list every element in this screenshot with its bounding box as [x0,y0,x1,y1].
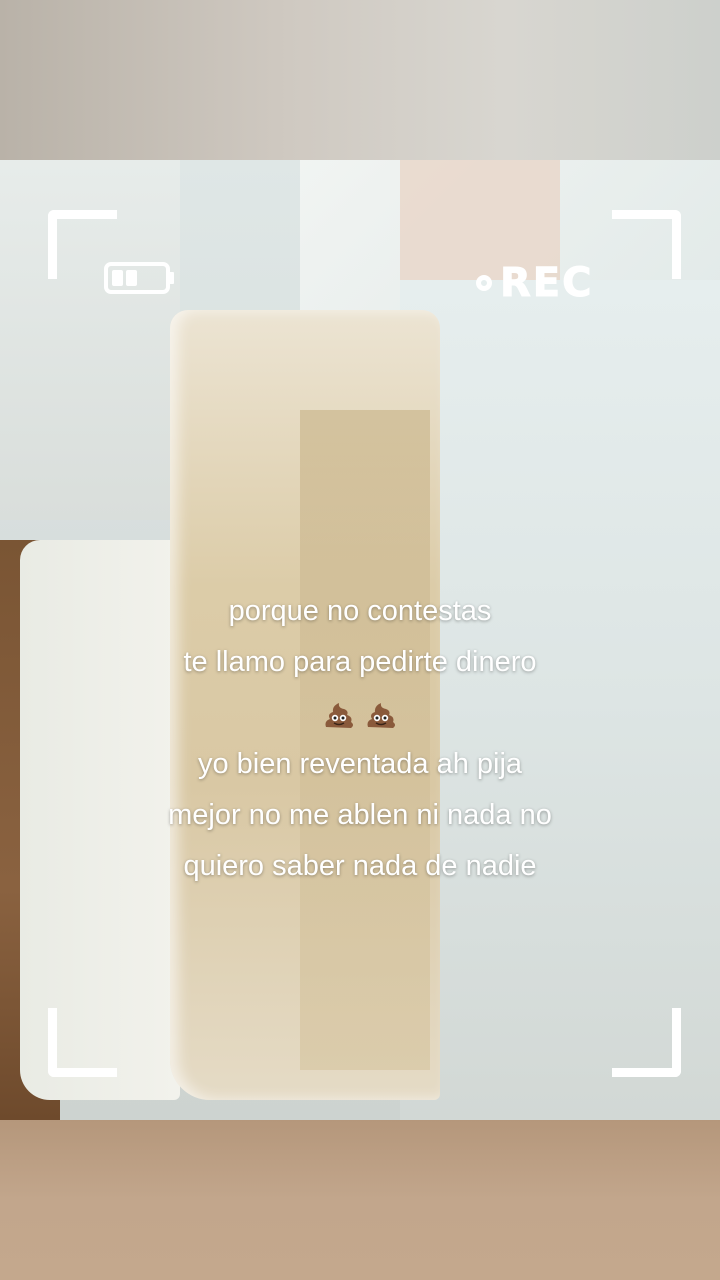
caption-line-4: mejor no me ablen ni nada no [168,799,552,831]
battery-half-icon [104,262,174,294]
caption-line-1: porque no contestas [228,595,492,627]
caption-line-2: te llamo para pedirte dinero [183,646,537,678]
viewfinder-corner-top-right-icon [612,210,681,279]
poop-emoji-icon [367,702,395,728]
record-dot-icon [476,275,492,291]
caption-line-5: quiero saber nada de nadie [183,850,537,882]
viewfinder-corner-bottom-left-icon [48,1008,117,1077]
poop-emoji-icon [325,702,353,728]
caption-text: porque no contestas te llamo para pedirt… [60,586,660,892]
viewfinder-corner-bottom-right-icon [612,1008,681,1077]
rec-label: REC [499,260,594,307]
blurred-background-bottom [0,1120,720,1280]
caption-line-3: yo bien reventada ah pija [197,748,523,780]
caption-emoji-line [60,688,660,739]
recording-indicator: REC [476,258,593,308]
blurred-background-top [0,0,720,160]
